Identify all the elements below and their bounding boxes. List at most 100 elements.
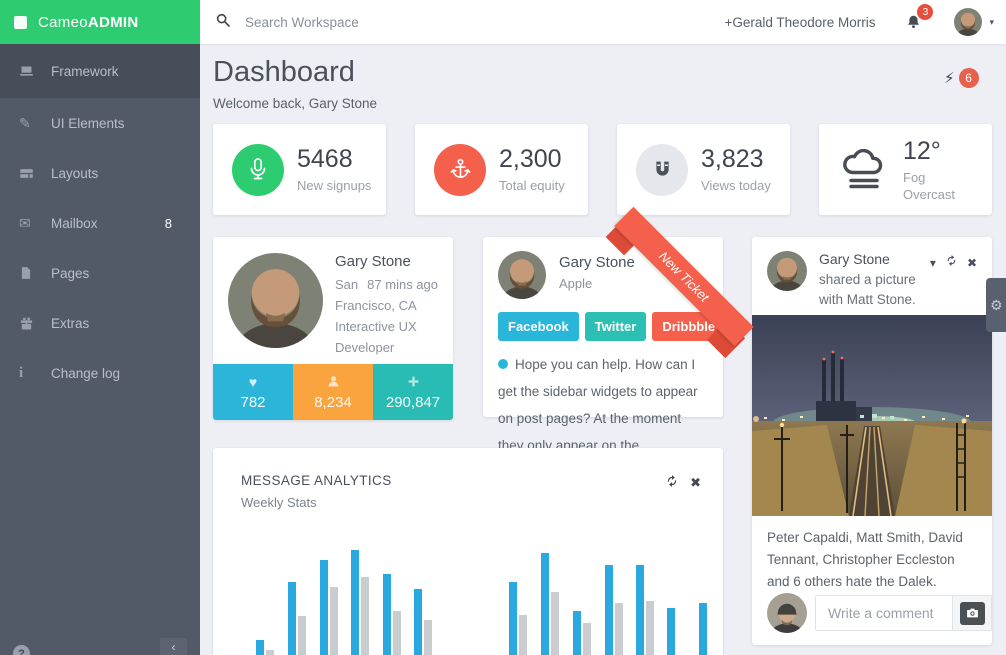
sidebar-item-label: Layouts	[51, 166, 98, 181]
sidebar-item-change-log[interactable]: i Change log	[0, 348, 200, 398]
social-card: ▾ ✖ Gary Stone shared a picture with Mat…	[752, 237, 992, 645]
profile-stat-block[interactable]: ♥782	[213, 364, 293, 420]
topbar: +Gerald Theodore Morris 3 ▾	[200, 0, 1006, 44]
close-icon[interactable]: ✖	[967, 253, 977, 273]
profile-stat-block[interactable]: 8,234	[293, 364, 373, 420]
chart-bar-primary	[667, 608, 675, 655]
fog-icon	[838, 144, 890, 196]
ticket-avatar	[498, 251, 546, 299]
chart-bar-secondary	[519, 615, 527, 655]
search-icon	[215, 12, 231, 33]
stat-label: New signups	[297, 177, 371, 194]
alerts-indicator[interactable]: ⚡ 6	[944, 68, 979, 88]
chevron-down-icon[interactable]: ▾	[989, 17, 994, 28]
status-dot-icon	[498, 359, 508, 369]
sidebar-nav: Framework ✎UI Elements Layouts ✉ Mailbox 8 Pag…	[0, 44, 200, 398]
chart-bar-primary	[288, 582, 296, 655]
camera-button[interactable]	[960, 602, 985, 625]
magnet-icon	[636, 144, 688, 196]
page-subtitle: Welcome back, Gary Stone	[213, 96, 377, 111]
social-action-text: shared a picture with Matt Stone.	[819, 272, 916, 307]
plus-icon	[407, 374, 420, 390]
help-button[interactable]: ?	[13, 645, 30, 655]
dashboard-app: CameoADMIN +Gerald Theodore Morris 3 ▾ F…	[0, 0, 1006, 655]
stat-label: Views today	[701, 177, 771, 194]
page-title: Dashboard	[213, 56, 377, 89]
profile-stat-value: 782	[240, 394, 265, 411]
chart-bar-primary	[256, 640, 264, 655]
chart-bar-secondary	[330, 587, 338, 655]
stat-card-text: 12°FogOvercast	[903, 137, 955, 203]
social-user-name: Gary Stone	[819, 251, 890, 267]
chart-bar-primary	[509, 582, 517, 655]
sidebar-item-label: Pages	[51, 266, 89, 281]
sidebar-item-extras[interactable]: Extras	[0, 298, 200, 348]
twitter-button[interactable]: Twitter	[585, 312, 647, 341]
bell-icon	[905, 18, 922, 35]
facebook-button[interactable]: Facebook	[498, 312, 579, 341]
chart-bar-primary	[541, 553, 549, 655]
microphone-icon	[232, 144, 284, 196]
profile-card-body: Gary Stone 87 mins ago San Francisco, CA…	[213, 237, 453, 358]
file-icon	[19, 266, 44, 280]
stats-row: 5468New signups2,300Total equity3,823Vie…	[213, 124, 992, 215]
close-icon[interactable]: ✖	[690, 475, 701, 491]
sidebar-item-label: Mailbox	[51, 216, 98, 231]
envelope-icon: ✉	[19, 215, 44, 232]
social-buttons-row: FacebookTwitterDribbble	[498, 299, 708, 341]
settings-panel-toggle[interactable]: ⚙	[986, 278, 1006, 332]
sidebar-item-layouts[interactable]: Layouts	[0, 148, 200, 198]
night-railway-photo	[752, 315, 992, 516]
gift-icon	[19, 316, 44, 331]
profile-stat-value: 8,234	[314, 394, 352, 411]
social-avatar	[767, 251, 807, 291]
chart-bar-secondary	[583, 623, 591, 655]
info-icon: i	[19, 365, 44, 382]
chart-bar-secondary	[298, 616, 306, 655]
stat-value: 5468	[297, 145, 371, 174]
shared-photo	[752, 315, 992, 516]
profile-stat-block[interactable]: 290,847	[373, 364, 453, 420]
stat-card-text: 5468 New signups	[297, 145, 371, 194]
refresh-icon[interactable]	[665, 474, 679, 491]
chevron-down-icon[interactable]: ▾	[930, 253, 936, 273]
search-bar	[200, 12, 725, 33]
anchor-icon	[434, 144, 486, 196]
notifications-button[interactable]: 3	[905, 14, 922, 31]
brand-header: CameoADMIN	[0, 0, 200, 44]
stat-card: 2,300Total equity	[415, 124, 588, 215]
comment-input[interactable]	[816, 596, 952, 630]
search-input[interactable]	[243, 14, 567, 31]
analytics-card: MESSAGE ANALYTICS Weekly Stats ✖	[213, 448, 723, 655]
comment-input-group	[815, 595, 992, 631]
chart-bar-secondary	[646, 601, 654, 655]
sidebar-item-ui-elements[interactable]: ✎UI Elements	[0, 98, 200, 148]
brand-logo-icon	[14, 16, 27, 29]
topbar-avatar[interactable]	[954, 8, 982, 36]
profile-avatar	[228, 253, 323, 348]
profile-stats-row: ♥782 8,234 290,847	[213, 364, 453, 420]
profile-stat-value: 290,847	[386, 394, 440, 411]
sidebar-item-mailbox[interactable]: ✉ Mailbox 8	[0, 198, 200, 248]
lightning-icon: ⚡	[944, 69, 955, 87]
stat-card: 5468 New signups	[213, 124, 386, 215]
user-menu-link[interactable]: +Gerald Theodore Morris	[725, 15, 876, 30]
weekly-stats-bar-chart	[213, 530, 723, 655]
analytics-header: MESSAGE ANALYTICS Weekly Stats	[213, 448, 723, 510]
chart-bar-secondary	[551, 592, 559, 655]
chart-bar-primary	[414, 589, 422, 655]
chart-bar-secondary	[615, 603, 623, 655]
chart-bar-secondary	[424, 620, 432, 655]
gear-icon: ⚙	[990, 297, 1003, 314]
chart-bar-primary	[636, 565, 644, 655]
sidebar-item-badge: 8	[165, 216, 172, 231]
page-heading: Dashboard Welcome back, Gary Stone	[213, 56, 377, 111]
sidebar-collapse-button[interactable]: ‹	[160, 638, 187, 655]
chart-bar-primary	[383, 574, 391, 655]
sidebar-item-pages[interactable]: Pages	[0, 248, 200, 298]
stat-label: Fog	[903, 169, 955, 186]
refresh-icon[interactable]	[945, 253, 958, 273]
sidebar-item-label: Change log	[51, 366, 120, 381]
sidebar-item-framework[interactable]: Framework	[0, 44, 200, 98]
sidebar-item-label: Framework	[51, 64, 119, 79]
